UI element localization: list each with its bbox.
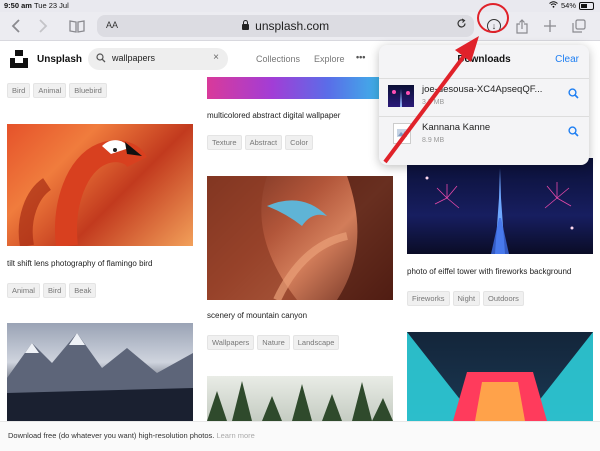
add-tab-icon[interactable] (539, 15, 561, 37)
lock-icon (241, 20, 249, 30)
tag[interactable]: Beak (69, 283, 97, 298)
status-date: Tue 23 Jul (34, 1, 69, 10)
brand-name[interactable]: Unsplash (37, 54, 82, 65)
photo-mountains[interactable] (7, 323, 193, 421)
tag[interactable]: Nature (257, 335, 290, 350)
photo-eiffel-fireworks[interactable] (407, 158, 593, 254)
photo-caption: tilt shift lens photography of flamingo … (7, 259, 153, 268)
tag[interactable]: Bluebird (69, 83, 107, 98)
tag[interactable]: Landscape (292, 335, 340, 350)
tag[interactable]: Animal (7, 283, 40, 298)
bookmarks-icon[interactable] (66, 15, 88, 37)
tag-row: Animal Bird Beak (7, 280, 99, 298)
tag[interactable]: Animal (33, 83, 67, 98)
search-value: wallpapers (112, 53, 156, 63)
tag-row: Bird Animal Bluebird (7, 80, 110, 98)
photo-caption: photo of eiffel tower with fireworks bac… (407, 267, 572, 276)
tag[interactable]: Abstract (244, 135, 283, 150)
tag[interactable]: Bird (7, 83, 31, 98)
photo-flamingo[interactable] (7, 124, 193, 246)
search-input[interactable]: wallpapers × (88, 48, 228, 70)
banner-text: Download free (do whatever you want) hig… (8, 431, 215, 440)
tabs-icon[interactable] (568, 15, 590, 37)
status-right: 54% (549, 1, 594, 10)
tag[interactable]: Texture (207, 135, 242, 150)
tag[interactable]: Color (285, 135, 314, 150)
browser-toolbar: AA unsplash.com ↓ (0, 12, 600, 41)
learn-more-link[interactable]: Learn more (216, 431, 254, 440)
unsplash-logo-icon[interactable] (10, 50, 28, 68)
tag-row: Fireworks Night Outdoors (407, 288, 527, 306)
photo-canyon[interactable] (207, 176, 393, 300)
photo-neon-corridor[interactable] (407, 332, 593, 421)
battery-icon (579, 1, 594, 10)
nav-explore[interactable]: Explore (314, 54, 345, 64)
show-in-files-icon[interactable] (568, 126, 579, 140)
search-icon (96, 53, 106, 66)
tag-row: Texture Abstract Color (207, 132, 316, 150)
clear-search-icon[interactable]: × (213, 52, 219, 63)
clear-downloads-button[interactable]: Clear (555, 54, 579, 65)
status-bar: 9:50 am Tue 23 Jul 54% (0, 0, 600, 12)
back-icon[interactable] (5, 15, 27, 37)
tag[interactable]: Outdoors (483, 291, 524, 306)
tag[interactable]: Night (452, 291, 481, 306)
photo-abstract[interactable] (207, 77, 393, 99)
url-text: unsplash.com (255, 19, 330, 33)
battery-percent: 54% (560, 1, 576, 10)
photo-forest[interactable] (207, 376, 393, 421)
photo-caption: scenery of mountain canyon (207, 311, 308, 320)
photo-caption: multicolored abstract digital wallpaper (207, 111, 341, 120)
nav-collections[interactable]: Collections (256, 54, 300, 64)
tag[interactable]: Wallpapers (207, 335, 255, 350)
share-icon[interactable] (511, 15, 533, 37)
annotation-arrow (383, 36, 479, 164)
tag-row: Wallpapers Nature Landscape (207, 332, 342, 350)
bottom-banner: Download free (do whatever you want) hig… (0, 421, 600, 451)
tag[interactable]: Bird (42, 283, 67, 298)
status-time: 9:50 am (4, 1, 32, 10)
tag[interactable]: Fireworks (407, 291, 450, 306)
show-in-files-icon[interactable] (568, 88, 579, 102)
forward-icon[interactable] (32, 15, 54, 37)
wifi-icon (549, 1, 558, 10)
more-menu-icon[interactable]: ••• (356, 52, 365, 62)
